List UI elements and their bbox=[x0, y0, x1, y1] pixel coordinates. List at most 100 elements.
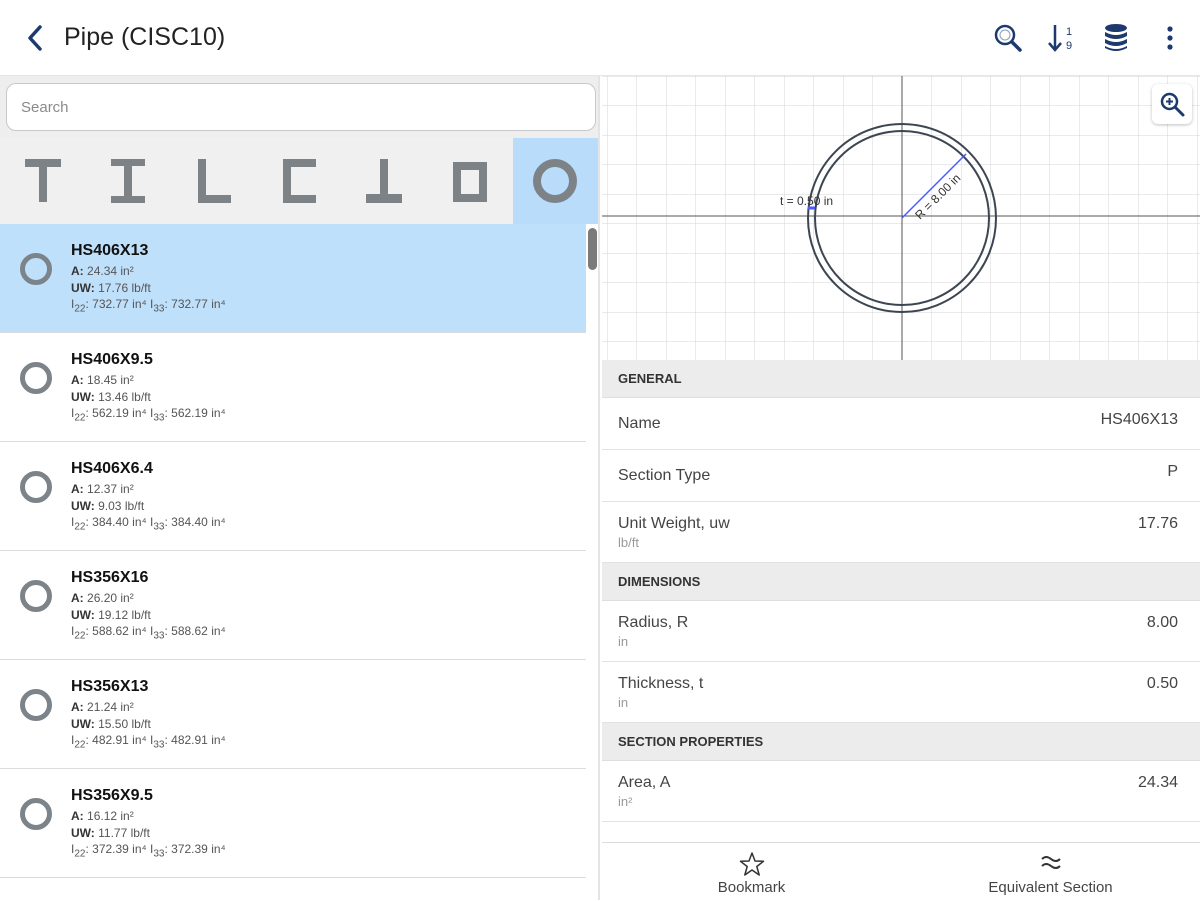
back-arrow-icon[interactable] bbox=[20, 23, 50, 53]
search-bar bbox=[0, 76, 598, 138]
shape-t-icon[interactable] bbox=[0, 138, 85, 224]
radius-unit: in bbox=[618, 634, 629, 649]
item-uw: UW: 11.77 lb/ft bbox=[71, 826, 150, 840]
pipe-section-icon bbox=[20, 362, 52, 394]
bottom-action-bar: Bookmark Equivalent Section bbox=[602, 842, 1200, 900]
equivalent-section-button[interactable]: Equivalent Section bbox=[901, 843, 1200, 901]
section-list: HS406X13 A: 24.34 in² UW: 17.76 lb/ft I2… bbox=[0, 224, 586, 878]
shape-filter-bar bbox=[0, 138, 598, 224]
item-uw-value: 13.46 lb/ft bbox=[98, 390, 151, 404]
item-uw: UW: 15.50 lb/ft bbox=[71, 717, 151, 731]
name-value: HS406X13 bbox=[1100, 411, 1178, 428]
shape-angle-icon[interactable] bbox=[171, 138, 256, 224]
item-uw-value: 17.76 lb/ft bbox=[98, 281, 151, 295]
item-area: A: 12.37 in² bbox=[71, 482, 134, 496]
item-i33-value: 732.77 in⁴ bbox=[171, 297, 226, 311]
item-area-value: 18.45 in² bbox=[87, 373, 134, 387]
item-i22-value: 482.91 in⁴ bbox=[92, 733, 147, 747]
item-inertia: I22: 482.91 in⁴ I33: 482.91 in⁴ bbox=[71, 733, 226, 751]
item-uw: UW: 19.12 lb/ft bbox=[71, 608, 151, 622]
name-row: Name HS406X13 bbox=[602, 398, 1200, 450]
item-i22-value: 372.39 in⁴ bbox=[92, 842, 147, 856]
area-unit: in² bbox=[618, 794, 633, 809]
list-item[interactable]: HS356X13 A: 21.24 in² UW: 15.50 lb/ft I2… bbox=[0, 660, 586, 769]
section-type-label: Section Type bbox=[618, 467, 711, 484]
section-type-value: P bbox=[1167, 463, 1178, 480]
search-icon[interactable] bbox=[992, 22, 1024, 54]
zoom-in-icon[interactable] bbox=[1152, 84, 1192, 124]
area-value: 24.34 bbox=[1137, 774, 1178, 791]
item-inertia: I22: 562.19 in⁴ I33: 562.19 in⁴ bbox=[71, 406, 226, 424]
item-name: HS406X13 bbox=[71, 242, 149, 259]
section-diagram: t = 0.50 in R = 8.00 in bbox=[602, 76, 1200, 360]
bookmark-label: Bookmark bbox=[717, 879, 786, 896]
item-area: A: 18.45 in² bbox=[71, 373, 134, 387]
item-inertia: I22: 732.77 in⁴ I33: 732.77 in⁴ bbox=[71, 297, 226, 315]
more-vert-icon[interactable] bbox=[1154, 22, 1186, 54]
radius-value: 8.00 bbox=[1146, 614, 1178, 631]
item-area-value: 12.37 in² bbox=[87, 482, 134, 496]
app-bar: Pipe (CISC10) 19 bbox=[0, 0, 1200, 76]
unit-weight-value: 17.76 bbox=[1137, 515, 1178, 532]
unit-weight-label: Unit Weight, uw bbox=[618, 515, 730, 532]
item-area-value: 26.20 in² bbox=[87, 591, 134, 605]
unit-weight-unit: lb/ft bbox=[618, 535, 639, 550]
item-name: HS356X16 bbox=[71, 569, 149, 586]
section-type-row: Section Type P bbox=[602, 450, 1200, 502]
section-drawing: t = 0.50 in R = 8.00 in bbox=[602, 76, 1200, 360]
item-area: A: 24.34 in² bbox=[71, 264, 134, 278]
general-header: GENERAL bbox=[602, 360, 1200, 398]
list-item[interactable]: HS406X9.5 A: 18.45 in² UW: 13.46 lb/ft I… bbox=[0, 333, 586, 442]
list-item[interactable]: HS406X13 A: 24.34 in² UW: 17.76 lb/ft I2… bbox=[0, 224, 586, 333]
database-icon[interactable] bbox=[1100, 22, 1132, 54]
shape-inverted-t-icon[interactable] bbox=[342, 138, 427, 224]
list-item[interactable]: HS356X9.5 A: 16.12 in² UW: 11.77 lb/ft I… bbox=[0, 769, 586, 878]
shape-i-beam-icon[interactable] bbox=[85, 138, 170, 224]
svg-text:1: 1 bbox=[1066, 26, 1072, 38]
item-i22-value: 384.40 in⁴ bbox=[92, 515, 147, 529]
item-area-value: 24.34 in² bbox=[87, 264, 134, 278]
item-uw-value: 15.50 lb/ft bbox=[98, 717, 151, 731]
bookmark-button[interactable]: Bookmark bbox=[602, 843, 901, 901]
properties-list: GENERAL Name HS406X13 Section Type P Uni… bbox=[602, 360, 1200, 842]
list-item[interactable]: HS406X6.4 A: 12.37 in² UW: 9.03 lb/ft I2… bbox=[0, 442, 586, 551]
thickness-label: t = 0.50 in bbox=[780, 194, 833, 208]
section-properties-header: SECTION PROPERTIES bbox=[602, 723, 1200, 761]
sort-numeric-icon[interactable]: 19 bbox=[1046, 22, 1078, 54]
item-area-value: 21.24 in² bbox=[87, 700, 134, 714]
item-uw-value: 9.03 lb/ft bbox=[98, 499, 145, 513]
item-i33-value: 562.19 in⁴ bbox=[171, 406, 226, 420]
page-title: Pipe (CISC10) bbox=[64, 23, 226, 51]
item-i33-value: 372.39 in⁴ bbox=[171, 842, 226, 856]
dimensions-header: DIMENSIONS bbox=[602, 563, 1200, 601]
shape-channel-icon[interactable] bbox=[256, 138, 341, 224]
shape-square-tube-icon[interactable] bbox=[427, 138, 512, 224]
section-list-pane: HS406X13 A: 24.34 in² UW: 17.76 lb/ft I2… bbox=[0, 76, 600, 900]
unit-weight-row: Unit Weight, uw lb/ft 17.76 bbox=[602, 502, 1200, 563]
item-i33-value: 482.91 in⁴ bbox=[171, 733, 226, 747]
shape-pipe-icon[interactable] bbox=[512, 138, 598, 224]
star-icon bbox=[602, 851, 901, 882]
section-detail-pane: t = 0.50 in R = 8.00 in GENERAL Name HS4… bbox=[602, 76, 1200, 900]
item-uw-value: 19.12 lb/ft bbox=[98, 608, 151, 622]
list-item[interactable]: HS356X16 A: 26.20 in² UW: 19.12 lb/ft I2… bbox=[0, 551, 586, 660]
item-inertia: I22: 588.62 in⁴ I33: 588.62 in⁴ bbox=[71, 624, 226, 642]
item-i33-value: 588.62 in⁴ bbox=[171, 624, 226, 638]
search-input[interactable] bbox=[6, 83, 596, 131]
approx-equal-icon bbox=[901, 851, 1200, 878]
pipe-section-icon bbox=[20, 689, 52, 721]
list-scrollbar[interactable] bbox=[588, 228, 597, 270]
equivalent-section-label: Equivalent Section bbox=[988, 879, 1113, 896]
item-i22-value: 562.19 in⁴ bbox=[92, 406, 147, 420]
item-name: HS356X13 bbox=[71, 678, 149, 695]
thickness-label: Thickness, t bbox=[618, 675, 704, 692]
pipe-section-icon bbox=[20, 580, 52, 612]
area-label: Area, A bbox=[618, 774, 671, 791]
item-area: A: 26.20 in² bbox=[71, 591, 134, 605]
item-inertia: I22: 372.39 in⁴ I33: 372.39 in⁴ bbox=[71, 842, 226, 860]
radius-row: Radius, R in 8.00 bbox=[602, 601, 1200, 662]
svg-text:9: 9 bbox=[1066, 40, 1072, 52]
item-inertia: I22: 384.40 in⁴ I33: 384.40 in⁴ bbox=[71, 515, 226, 533]
item-uw: UW: 13.46 lb/ft bbox=[71, 390, 151, 404]
item-area: A: 21.24 in² bbox=[71, 700, 134, 714]
